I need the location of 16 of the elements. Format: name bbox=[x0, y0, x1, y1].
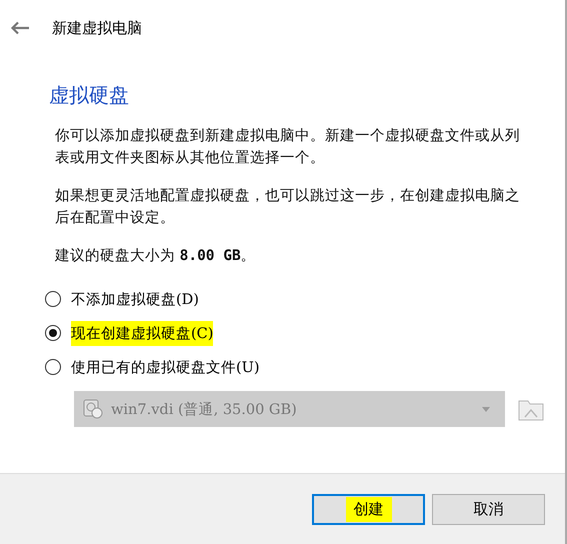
hard-disk-icon bbox=[83, 399, 103, 419]
radio-button[interactable] bbox=[45, 325, 61, 341]
radio-button[interactable] bbox=[45, 291, 61, 307]
description-text: 你可以添加虚拟硬盘到新建虚拟电脑中。新建一个虚拟硬盘文件或从列表或用文件夹图标从其他位置选择一个。 bbox=[55, 126, 521, 168]
window-title: 新建虚拟电脑 bbox=[52, 18, 142, 38]
radio-option[interactable]: 现在创建虚拟硬盘(C) bbox=[45, 321, 565, 345]
back-arrow-icon[interactable] bbox=[10, 21, 30, 35]
caret-icon bbox=[482, 406, 490, 412]
description-text: 如果想更灵活地配置虚拟硬盘，也可以跳过这一步，在创建虚拟电脑之后在配置中设定。 bbox=[55, 186, 521, 228]
section-title: 虚拟硬盘 bbox=[49, 82, 130, 109]
description-text: 建议的硬盘大小为 8.00 GB。 bbox=[55, 246, 257, 266]
radio-button[interactable] bbox=[45, 359, 61, 375]
cancel-button[interactable]: 取消 bbox=[432, 494, 545, 524]
create-button[interactable]: 创建 bbox=[312, 494, 425, 524]
radio-option[interactable]: 使用已有的虚拟硬盘文件(U) bbox=[45, 355, 565, 379]
radio-option[interactable]: 不添加虚拟硬盘(D) bbox=[45, 287, 565, 311]
